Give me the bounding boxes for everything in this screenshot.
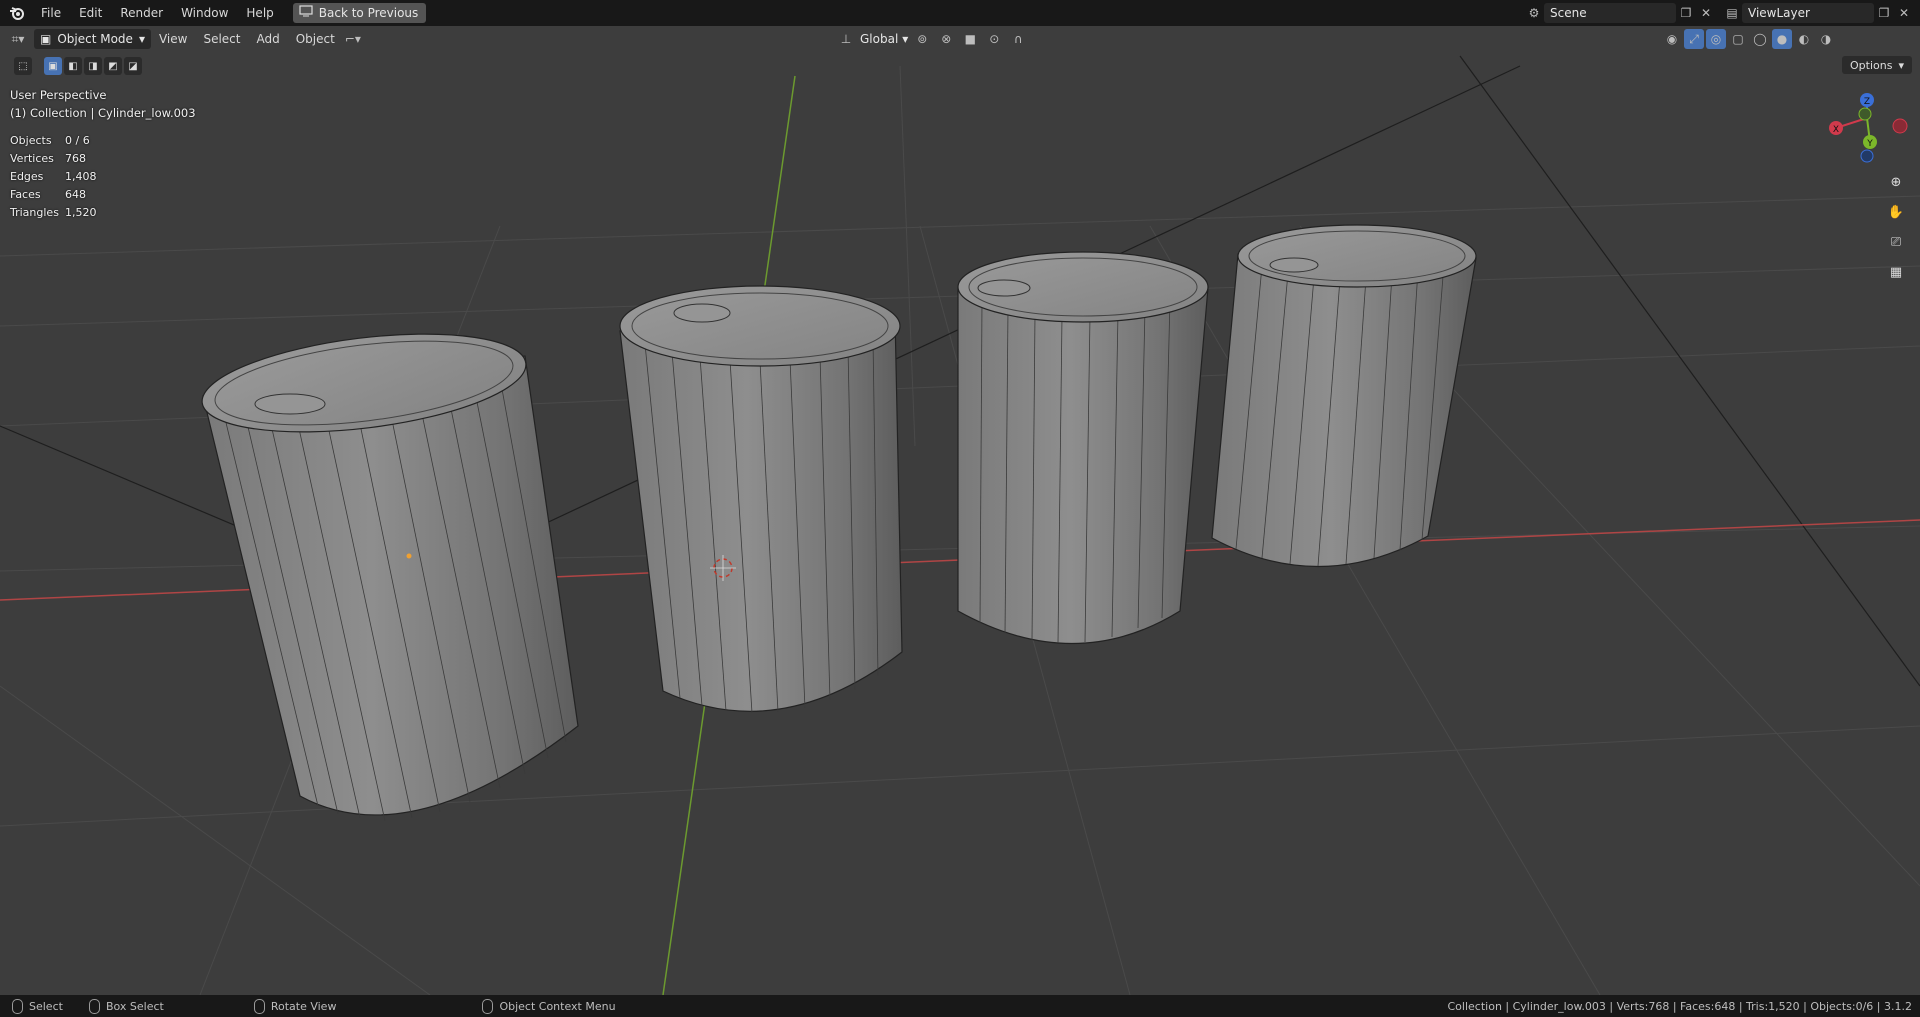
material-shading-icon[interactable]: ◐: [1794, 29, 1814, 49]
viewlayer-icon[interactable]: ▤: [1722, 3, 1742, 23]
object-mode-icon: ▣: [40, 32, 52, 46]
viewport-header: ⌗▾ ▣ Object Mode ▾ View Select Add Objec…: [0, 26, 1920, 52]
gizmo-toggle-icon[interactable]: ⤢: [1684, 29, 1704, 49]
back-to-previous-button[interactable]: Back to Previous: [292, 3, 427, 23]
cylinder-1: [201, 333, 579, 822]
chevron-down-icon: ▾: [1898, 58, 1904, 72]
select-tool-icon[interactable]: ⬚: [14, 57, 32, 75]
status-box-select: Box Select: [88, 998, 164, 1014]
delete-scene-icon[interactable]: ✕: [1696, 3, 1716, 23]
viewlayer-name-field[interactable]: ViewLayer: [1742, 3, 1874, 23]
status-bar: Select Box Select Rotate View Object Con…: [0, 995, 1920, 1017]
viewport-3d[interactable]: Z X Y: [0, 26, 1920, 995]
menu-select[interactable]: Select: [195, 32, 248, 46]
menu-help[interactable]: Help: [237, 2, 282, 24]
status-rotate-view: Rotate View: [253, 998, 336, 1014]
falloff-icon[interactable]: ∩: [1008, 29, 1028, 49]
screen-icon: [299, 3, 313, 23]
select-invert-icon[interactable]: ◩: [104, 57, 122, 75]
gizmo-x-label: X: [1833, 125, 1839, 135]
stat-edges: Edges 1,408: [10, 170, 97, 183]
mode-dropdown[interactable]: ▣ Object Mode ▾: [34, 29, 151, 49]
menu-render[interactable]: Render: [111, 2, 172, 24]
orientation-dropdown[interactable]: Global: [860, 32, 898, 46]
mouse-drag-icon: [88, 998, 100, 1014]
cylinder-3: [957, 251, 1209, 645]
chevron-down-icon: ▾: [902, 32, 909, 46]
wireframe-shading-icon[interactable]: ◯: [1750, 29, 1770, 49]
cylinder-4: [1211, 224, 1477, 568]
editor-type-icon[interactable]: ⌗▾: [8, 29, 28, 49]
menu-file[interactable]: File: [32, 2, 70, 24]
stat-objects: Objects 0 / 6: [10, 134, 90, 147]
blender-logo-icon[interactable]: [8, 4, 26, 22]
status-select: Select: [12, 998, 63, 1014]
top-menu-bar: File Edit Render Window Help Back to Pre…: [0, 0, 1920, 26]
menu-window[interactable]: Window: [172, 2, 237, 24]
viewlayer-name: ViewLayer: [1748, 6, 1810, 20]
menu-edit[interactable]: Edit: [70, 2, 111, 24]
new-scene-icon[interactable]: ❐: [1676, 3, 1696, 23]
stat-faces: Faces 648: [10, 188, 86, 201]
gizmo-z-label: Z: [1864, 97, 1870, 107]
mode-label: Object Mode: [57, 32, 133, 46]
chevron-down-icon: ▾: [138, 32, 145, 46]
new-viewlayer-icon[interactable]: ❐: [1874, 3, 1894, 23]
options-label: Options: [1850, 58, 1893, 72]
viewlayer-selector: ▤ ViewLayer ❐ ✕: [1722, 2, 1914, 24]
transform-gizmo-icon[interactable]: ⌐▾: [343, 29, 363, 49]
mouse-right-icon: [482, 998, 494, 1014]
scene-icon[interactable]: ⚙: [1524, 3, 1544, 23]
transform-controls: ⊥ Global ▾ ⊚ ⊗ ■ ⊙ ∩: [836, 29, 1028, 49]
menu-view[interactable]: View: [151, 32, 195, 46]
select-extend-icon[interactable]: ◧: [64, 57, 82, 75]
stat-triangles: Triangles 1,520: [10, 206, 97, 219]
snap-icon[interactable]: ⊗: [936, 29, 956, 49]
cylinder-2: [619, 285, 903, 714]
collection-label: (1) Collection | Cylinder_low.003: [10, 106, 196, 120]
select-intersect-icon[interactable]: ◪: [124, 57, 142, 75]
options-dropdown[interactable]: Options ▾: [1842, 56, 1912, 74]
stat-vertices: Vertices 768: [10, 152, 86, 165]
select-subtract-icon[interactable]: ◨: [84, 57, 102, 75]
back-to-previous-label: Back to Previous: [318, 6, 419, 20]
overlay-toggle-icon[interactable]: ◎: [1706, 29, 1726, 49]
menu-add[interactable]: Add: [248, 32, 287, 46]
grid-view-icon[interactable]: ▦: [1884, 260, 1908, 284]
snap-target-icon[interactable]: ■: [960, 29, 980, 49]
status-info: Collection | Cylinder_low.003 | Verts:76…: [1447, 999, 1913, 1013]
rendered-shading-icon[interactable]: ◑: [1816, 29, 1836, 49]
pan-hand-icon[interactable]: ✋: [1884, 200, 1908, 224]
viewport-info: User Perspective (1) Collection | Cylind…: [10, 86, 196, 122]
pivot-icon[interactable]: ⊚: [912, 29, 932, 49]
delete-viewlayer-icon[interactable]: ✕: [1894, 3, 1914, 23]
solid-shading-icon[interactable]: ●: [1772, 29, 1792, 49]
shading-controls: ◉ ⤢ ◎ ▢ ◯ ● ◐ ◑: [1662, 29, 1836, 49]
xray-icon[interactable]: ▢: [1728, 29, 1748, 49]
visibility-icon[interactable]: ◉: [1662, 29, 1682, 49]
scene-name-field[interactable]: Scene: [1544, 3, 1676, 23]
zoom-icon[interactable]: ⊕: [1884, 170, 1908, 194]
scene-name: Scene: [1550, 6, 1587, 20]
perspective-label: User Perspective: [10, 88, 107, 102]
gizmo-y-label: Y: [1866, 139, 1873, 149]
scene-statistics: Objects 0 / 6 Vertices 768 Edges 1,408 Face…: [10, 132, 97, 222]
select-new-icon[interactable]: ▣: [44, 57, 62, 75]
tool-row: ⬚ ▣ ◧ ◨ ◩ ◪: [0, 54, 144, 78]
mouse-middle-icon: [253, 998, 265, 1014]
orientation-icon: ⊥: [840, 32, 852, 46]
camera-icon[interactable]: ⎚: [1884, 230, 1908, 254]
menu-object[interactable]: Object: [288, 32, 343, 46]
navigation-gizmo: Z X Y: [1829, 93, 1908, 163]
status-context-menu: Object Context Menu: [482, 998, 616, 1014]
scene-selector: ⚙ Scene ❐ ✕: [1524, 2, 1716, 24]
mouse-left-icon: [12, 998, 23, 1014]
proportional-edit-icon[interactable]: ⊙: [984, 29, 1004, 49]
